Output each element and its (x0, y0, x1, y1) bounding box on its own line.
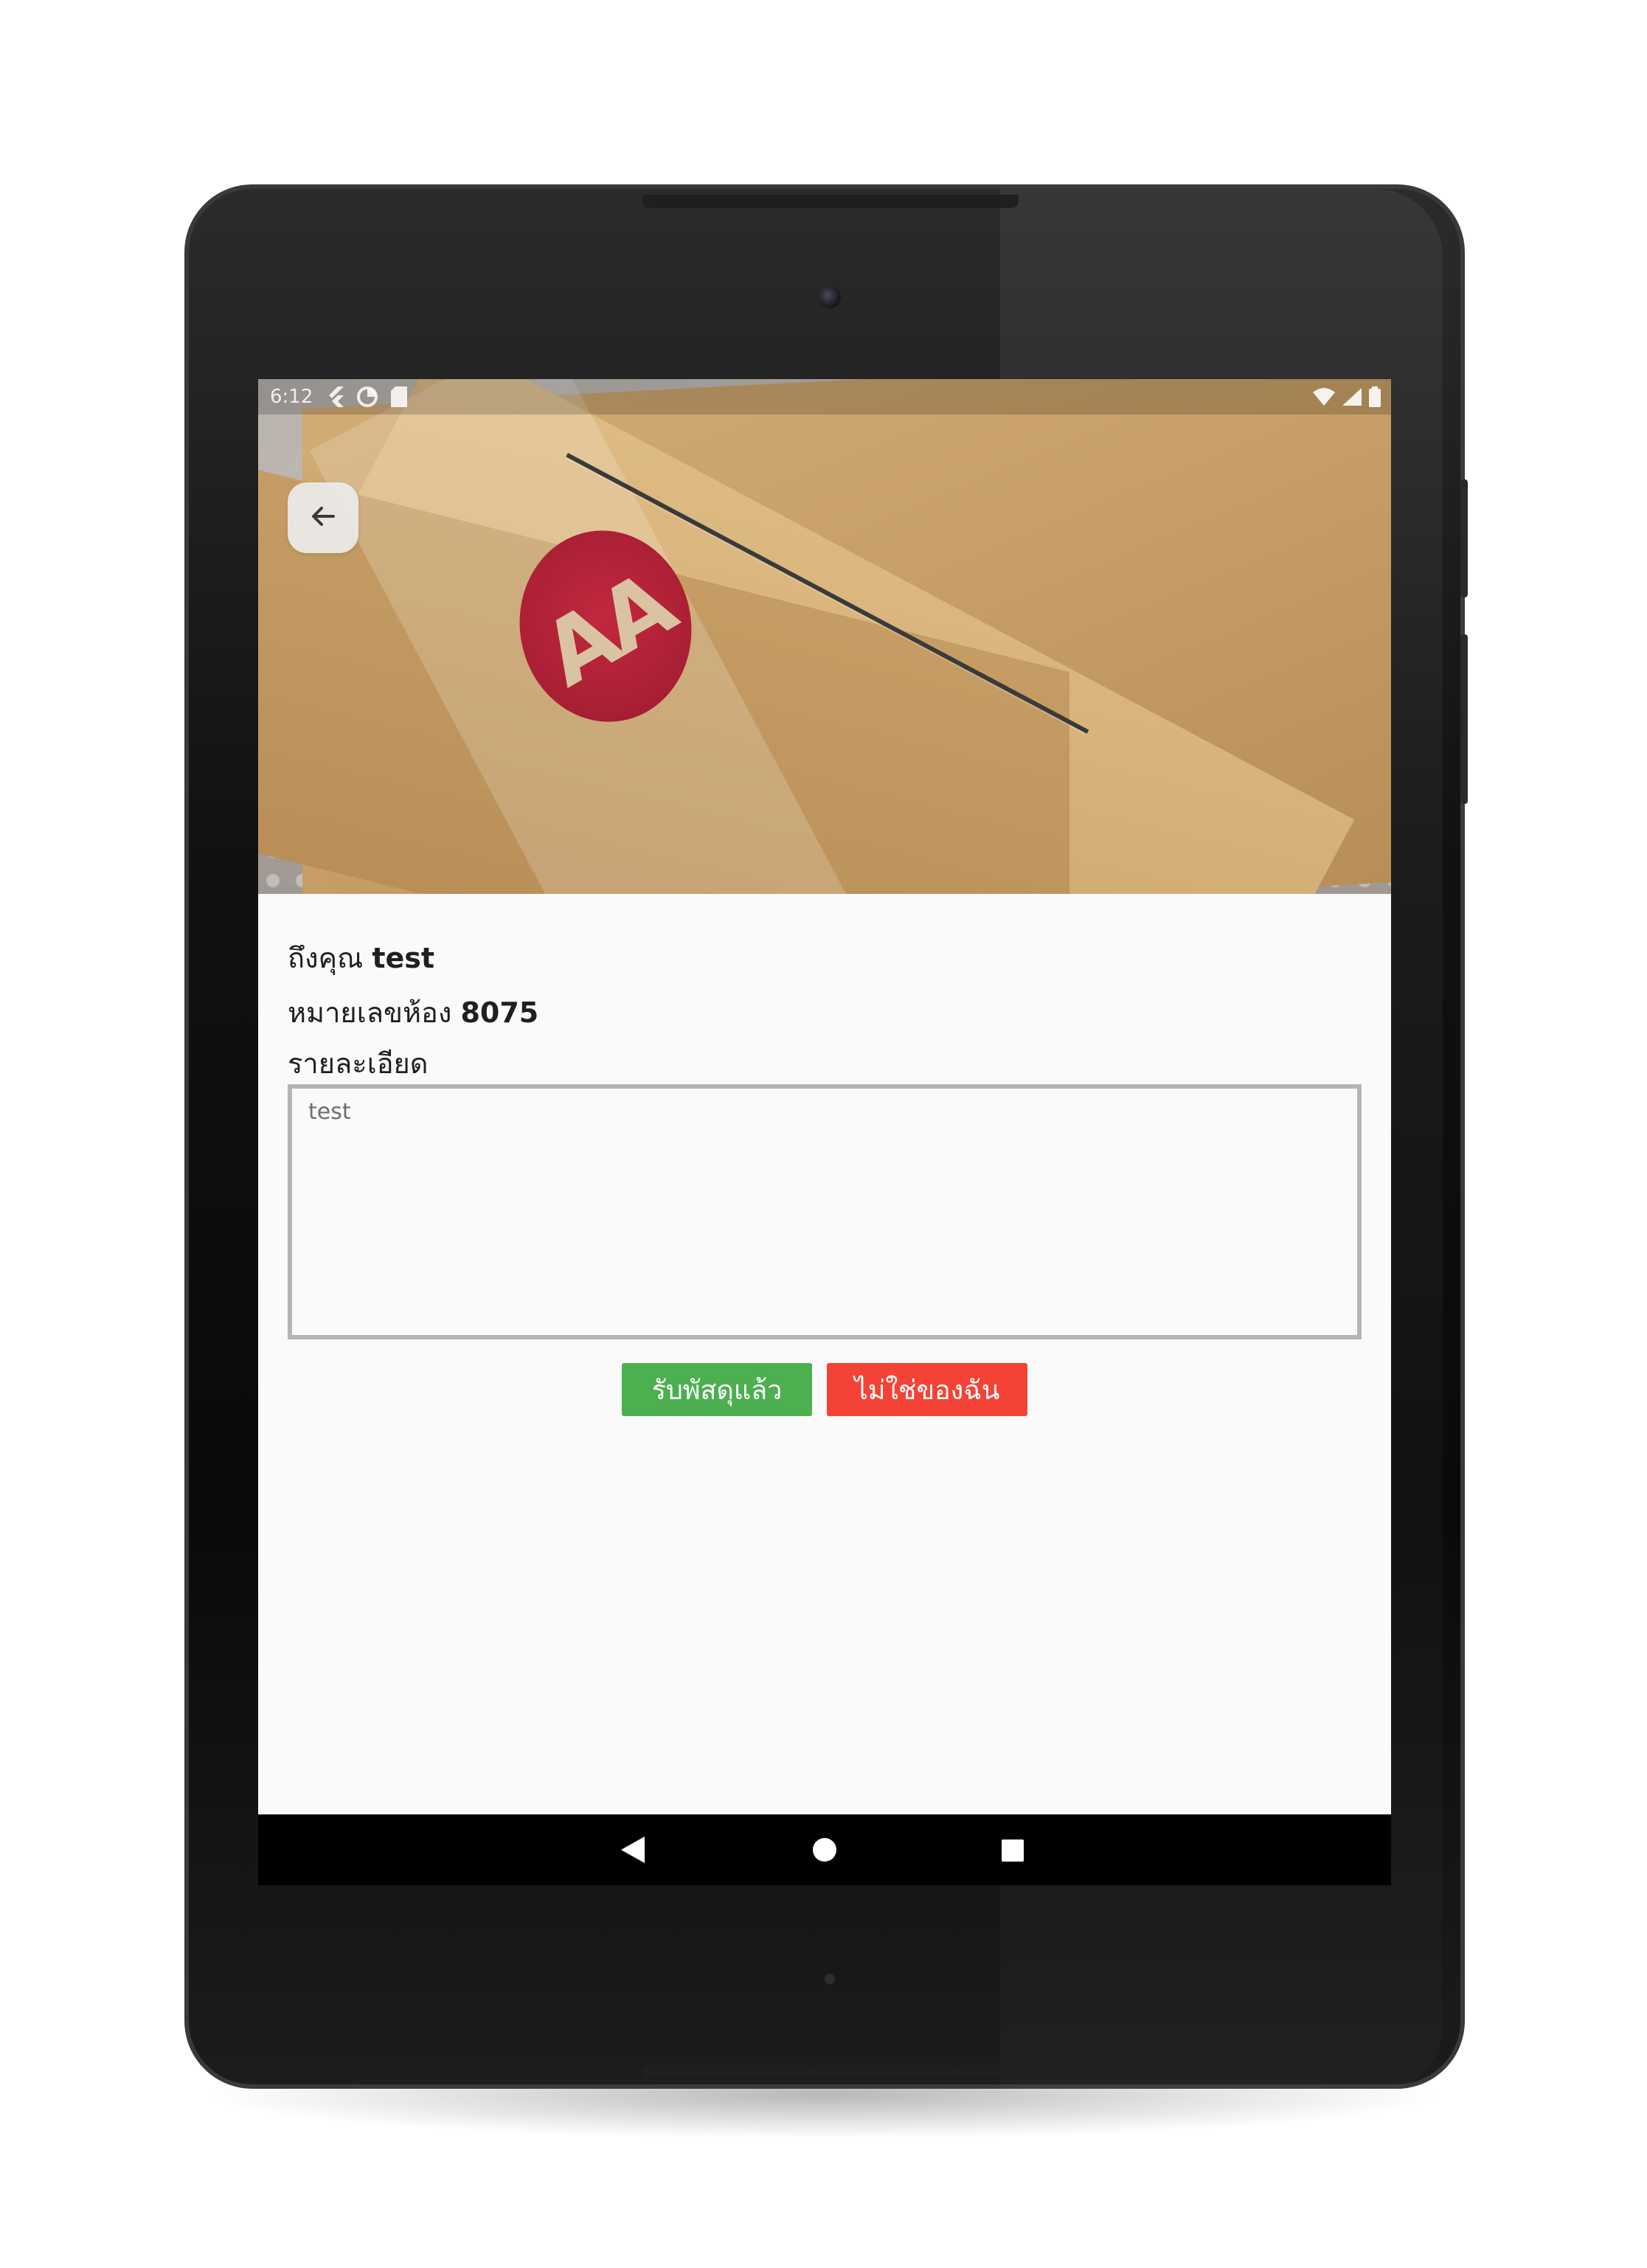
volume-button (1460, 634, 1468, 804)
received-button[interactable]: รับพัสดุแล้ว (622, 1363, 812, 1416)
battery-icon (1369, 386, 1381, 407)
parcel-details: ถึงคุณ test หมายเลขห้อง 8075 รายละเอียด … (288, 931, 1362, 1416)
bottom-speaker (642, 2065, 1019, 2078)
nav-back-icon[interactable] (621, 1837, 645, 1866)
sticker-text: AA (527, 553, 689, 707)
details-textarea[interactable]: test (288, 1084, 1362, 1339)
arrow-back-icon (308, 502, 338, 534)
room-prefix: หมายเลขห้อง (288, 996, 452, 1029)
signal-icon (1342, 388, 1362, 406)
flutter-icon (326, 386, 344, 407)
microphone (825, 1974, 835, 1984)
action-buttons: รับพัสดุแล้ว ไม่ใช่ของฉัน (288, 1363, 1362, 1416)
data-saver-icon (357, 386, 378, 407)
navigation-bar (258, 1814, 1391, 1885)
recipient-name: test (372, 942, 435, 974)
wifi-icon (1313, 388, 1335, 406)
details-label: รายละเอียด (288, 1047, 429, 1080)
nav-recents-icon[interactable] (1002, 1839, 1024, 1865)
not-mine-button[interactable]: ไม่ใช่ของฉัน (827, 1363, 1027, 1416)
top-speaker (642, 195, 1019, 208)
recipient-prefix: ถึงคุณ (288, 942, 364, 974)
status-bar: 6:12 (258, 379, 1391, 415)
room-line: หมายเลขห้อง 8075 (288, 985, 1362, 1040)
details-value: test (308, 1099, 351, 1125)
recipient-line: ถึงคุณ test (288, 931, 1362, 985)
app-screen: AA 6:12 ถึงคุณ test หมายเลขห้อง 8075 ราย… (258, 379, 1391, 1885)
nav-home-icon[interactable] (811, 1837, 838, 1866)
sd-card-icon (391, 386, 408, 407)
back-button[interactable] (288, 482, 358, 553)
parcel-photo: AA (258, 379, 1391, 894)
power-button (1460, 479, 1468, 597)
room-number: 8075 (460, 996, 539, 1029)
front-camera (819, 286, 841, 308)
status-time: 6:12 (270, 386, 313, 408)
